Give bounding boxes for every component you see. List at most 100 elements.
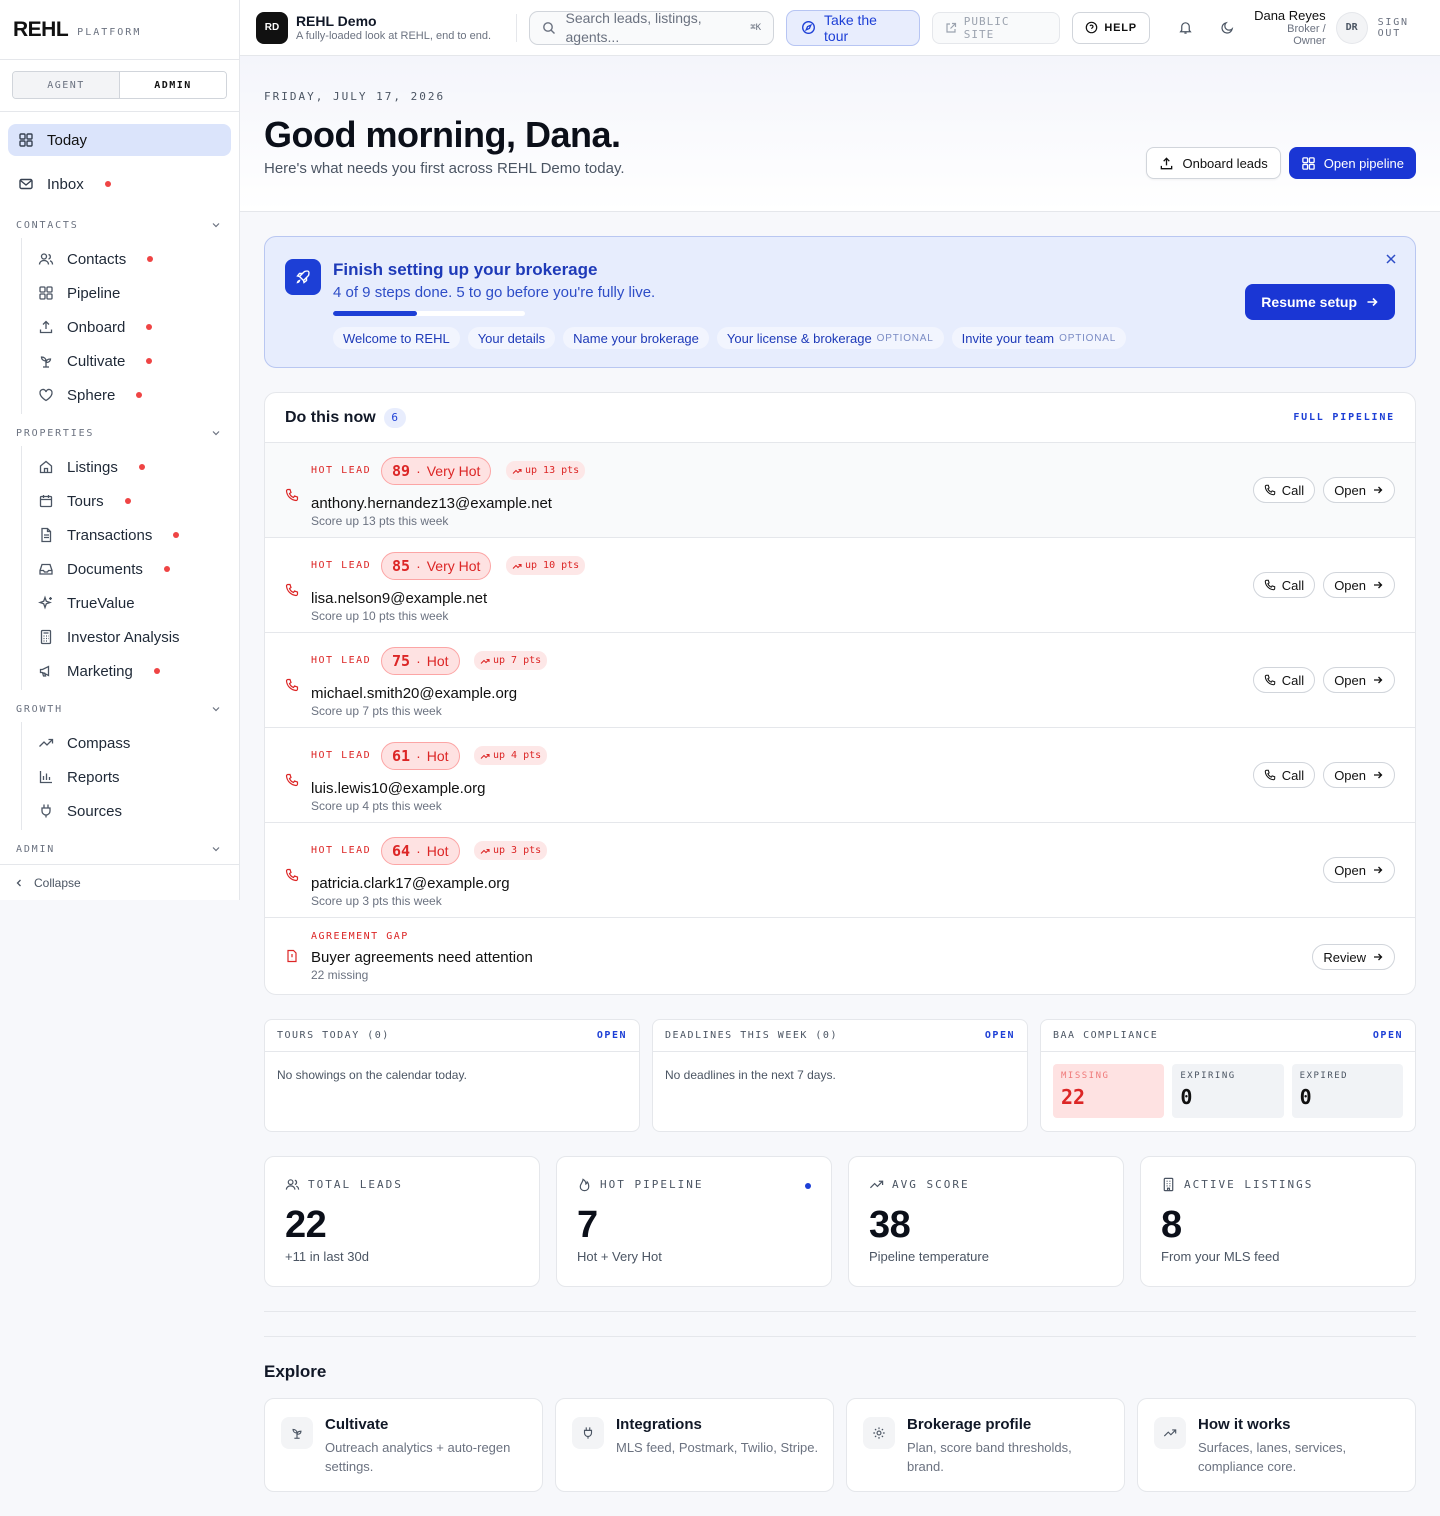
- lead-row[interactable]: HOT LEAD 85 · Very Hot up 10 pts lisa.nelson9…: [265, 538, 1415, 633]
- open-label: Open: [1334, 482, 1366, 498]
- section-growth[interactable]: GROWTH: [8, 696, 231, 722]
- explore-card-integrations[interactable]: Integrations MLS feed, Postmark, Twilio,…: [555, 1398, 834, 1492]
- sidebar-item-today[interactable]: Today: [8, 124, 231, 156]
- section-properties[interactable]: PROPERTIES: [8, 420, 231, 446]
- sidebar-item-contacts[interactable]: Contacts: [38, 242, 231, 276]
- open-lead-button[interactable]: Open: [1323, 667, 1395, 693]
- full-pipeline-link[interactable]: FULL PIPELINE: [1293, 412, 1395, 423]
- role-admin-button[interactable]: ADMIN: [119, 72, 226, 98]
- open-lead-button[interactable]: Open: [1323, 857, 1395, 883]
- lead-row[interactable]: HOT LEAD 89 · Very Hot up 13 pts anthony.hern…: [265, 443, 1415, 538]
- setup-progress-bar: [333, 311, 525, 316]
- lead-row[interactable]: HOT LEAD 75 · Hot up 7 pts michael.smith20@ex…: [265, 633, 1415, 728]
- open-lead-button[interactable]: Open: [1323, 572, 1395, 598]
- stat-value: 7: [577, 1204, 598, 1246]
- stat-label: TOTAL LEADS: [308, 1178, 403, 1191]
- sidebar-item-cultivate[interactable]: Cultivate: [38, 344, 231, 378]
- help-button[interactable]: HELP: [1072, 11, 1150, 44]
- calendar-icon: [38, 493, 54, 509]
- notifications-button[interactable]: [1172, 14, 1200, 42]
- sidebar-item-investor-analysis[interactable]: Investor Analysis: [38, 620, 231, 654]
- explore-card-description: MLS feed, Postmark, Twilio, Stripe.: [616, 1440, 819, 1455]
- explore-card-description: Outreach analytics + auto-regen settings…: [325, 1440, 511, 1474]
- sidebar-item-onboard[interactable]: Onboard: [38, 310, 231, 344]
- onboard-leads-button[interactable]: Onboard leads: [1146, 147, 1281, 179]
- baa-expired[interactable]: EXPIRED 0: [1291, 1064, 1403, 1118]
- setup-step-chip[interactable]: Your license & brokerage OPTIONAL: [716, 327, 944, 349]
- sidebar-item-documents[interactable]: Documents: [38, 552, 231, 586]
- stat-avg-score[interactable]: AVG SCORE 38 Pipeline temperature: [848, 1156, 1124, 1287]
- explore-card-how-it-works[interactable]: How it works Surfaces, lanes, services, …: [1137, 1398, 1416, 1492]
- call-button[interactable]: Call: [1252, 667, 1316, 693]
- search-input[interactable]: Search leads, listings, agents... ⌘K: [528, 10, 775, 45]
- sidebar-item-marketing[interactable]: Marketing: [38, 654, 231, 688]
- brand[interactable]: REHL PLATFORM: [0, 0, 239, 60]
- stat-active-listings[interactable]: ACTIVE LISTINGS 8 From your MLS feed: [1140, 1156, 1416, 1287]
- lead-email[interactable]: patricia.clark17@example.org: [311, 875, 510, 892]
- stat-total-leads[interactable]: TOTAL LEADS 22 +11 in last 30d: [264, 1156, 540, 1287]
- open-pipeline-button[interactable]: Open pipeline: [1288, 147, 1416, 179]
- sidebar-item-label: Marketing: [67, 662, 133, 680]
- divider: [264, 1336, 1416, 1337]
- explore-card-brokerage-profile[interactable]: Brokerage profile Plan, score band thres…: [846, 1398, 1125, 1492]
- sign-out-button[interactable]: SIGN OUT: [1378, 17, 1440, 39]
- explore-title: Explore: [264, 1362, 327, 1381]
- sidebar-item-sphere[interactable]: Sphere: [38, 378, 231, 412]
- take-tour-button[interactable]: Take the tour: [786, 9, 920, 46]
- score-delta: up 10 pts: [525, 560, 580, 571]
- public-site-button[interactable]: PUBLIC SITE: [931, 11, 1061, 44]
- call-button[interactable]: Call: [1252, 477, 1316, 503]
- sidebar-item-inbox[interactable]: Inbox: [8, 168, 231, 200]
- panel-title: Do this now: [285, 408, 376, 426]
- score-separator: ·: [416, 653, 421, 669]
- section-label: ADMIN: [16, 843, 56, 855]
- lead-note: Score up 13 pts this week: [311, 514, 449, 528]
- agreement-gap-row[interactable]: AGREEMENT GAP Buyer agreements need atte…: [265, 918, 1415, 994]
- sidebar-item-sources[interactable]: Sources: [38, 794, 231, 828]
- section-contacts[interactable]: CONTACTS: [8, 212, 231, 238]
- lead-email[interactable]: luis.lewis10@example.org: [311, 780, 485, 797]
- setup-step-chip[interactable]: Name your brokerage: [563, 327, 709, 349]
- sidebar-item-pipeline[interactable]: Pipeline: [38, 276, 231, 310]
- setup-banner: Finish setting up your brokerage 4 of 9 …: [264, 236, 1416, 368]
- stat-hot-pipeline[interactable]: HOT PIPELINE 7 Hot + Very Hot: [556, 1156, 832, 1287]
- lead-email[interactable]: lisa.nelson9@example.net: [311, 590, 487, 607]
- call-button[interactable]: Call: [1252, 572, 1316, 598]
- avatar[interactable]: DR: [1335, 11, 1368, 44]
- user-info[interactable]: Dana Reyes Broker / Owner: [1252, 8, 1326, 47]
- org-badge[interactable]: RD: [256, 11, 288, 44]
- row-title: Buyer agreements need attention: [311, 949, 533, 966]
- resume-setup-button[interactable]: Resume setup: [1245, 284, 1395, 320]
- open-lead-button[interactable]: Open: [1323, 762, 1395, 788]
- open-link[interactable]: OPEN: [1373, 1030, 1403, 1041]
- lead-email[interactable]: michael.smith20@example.org: [311, 685, 517, 702]
- sidebar-item-transactions[interactable]: Transactions: [38, 518, 231, 552]
- baa-missing[interactable]: MISSING 22: [1053, 1064, 1165, 1118]
- explore-card-cultivate[interactable]: Cultivate Outreach analytics + auto-rege…: [264, 1398, 543, 1492]
- close-banner-button[interactable]: [1385, 253, 1401, 269]
- open-lead-button[interactable]: Open: [1323, 477, 1395, 503]
- collapse-sidebar-button[interactable]: Collapse: [0, 864, 239, 900]
- lead-row[interactable]: HOT LEAD 61 · Hot up 4 pts luis.lewis10@examp…: [265, 728, 1415, 823]
- role-agent-button[interactable]: AGENT: [13, 72, 119, 98]
- stat-value: 22: [285, 1204, 327, 1246]
- setup-step-chip[interactable]: Your details: [467, 327, 556, 349]
- baa-expiring[interactable]: EXPIRING 0: [1172, 1064, 1284, 1118]
- section-admin[interactable]: ADMIN: [8, 836, 231, 862]
- open-link[interactable]: OPEN: [597, 1030, 627, 1041]
- lead-row[interactable]: HOT LEAD 64 · Hot up 3 pts patricia.clark17@e…: [265, 823, 1415, 918]
- theme-toggle-button[interactable]: [1214, 14, 1242, 42]
- open-link[interactable]: OPEN: [985, 1030, 1015, 1041]
- arrow-right-icon: [1372, 864, 1384, 876]
- review-button[interactable]: Review: [1312, 944, 1395, 970]
- setup-step-chip[interactable]: Invite your team OPTIONAL: [951, 327, 1127, 349]
- sidebar-item-tours[interactable]: Tours: [38, 484, 231, 518]
- sidebar-item-listings[interactable]: Listings: [38, 450, 231, 484]
- sidebar-item-label: Sphere: [67, 386, 116, 404]
- sidebar-item-compass[interactable]: Compass: [38, 726, 231, 760]
- sidebar-item-reports[interactable]: Reports: [38, 760, 231, 794]
- sidebar-item-truevalue[interactable]: TrueValue: [38, 586, 231, 620]
- lead-email[interactable]: anthony.hernandez13@example.net: [311, 495, 552, 512]
- call-button[interactable]: Call: [1252, 762, 1316, 788]
- setup-step-chip[interactable]: Welcome to REHL: [333, 327, 460, 349]
